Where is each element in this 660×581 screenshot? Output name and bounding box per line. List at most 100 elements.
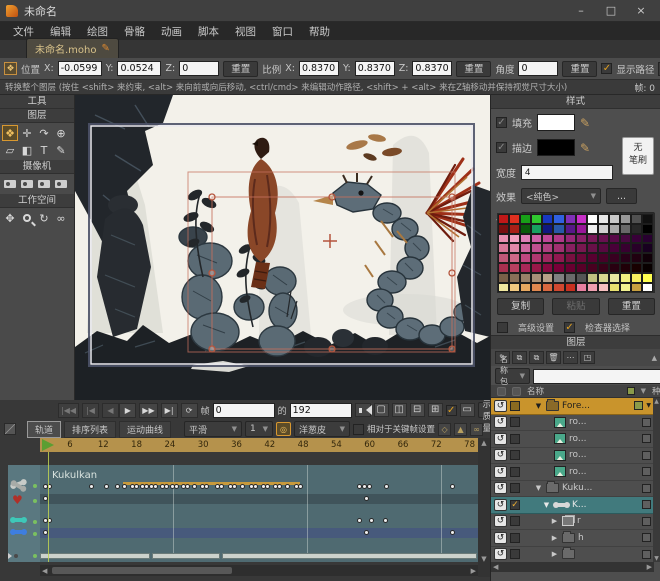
layer-checkbox[interactable]: ✓ (510, 500, 520, 510)
enable-drawing-checkbox[interactable] (446, 405, 457, 416)
palette-color[interactable] (642, 234, 653, 244)
zoom-workspace-tool-icon[interactable] (19, 210, 35, 226)
palette-color[interactable] (620, 214, 631, 224)
palette-color[interactable] (520, 214, 531, 224)
palette-color[interactable] (509, 253, 520, 263)
scale-reset-button[interactable]: 重置 (456, 61, 491, 77)
layer-visibility-icon[interactable]: ↺ (494, 548, 507, 560)
layer-row[interactable]: ↺▶r (491, 514, 654, 531)
layer-visibility-icon[interactable]: ↺ (494, 466, 507, 478)
zoom-camera-tool-icon[interactable] (19, 176, 35, 192)
palette-color[interactable] (565, 273, 576, 283)
layers-toolbar-button-5[interactable]: ⋯ (563, 351, 578, 364)
palette-color[interactable] (620, 273, 631, 283)
effect-select[interactable]: <纯色>▼ (521, 188, 601, 204)
keyframe-dot[interactable] (204, 484, 209, 489)
palette-color[interactable] (620, 253, 631, 263)
fill-color-swatch[interactable] (537, 114, 575, 131)
angle-reset-button[interactable]: 重置 (562, 61, 597, 77)
palette-color[interactable] (509, 243, 520, 253)
palette-color[interactable] (587, 234, 598, 244)
layer-color-swatch[interactable] (642, 533, 651, 542)
layer-checkbox[interactable] (510, 401, 520, 411)
view-splith-button[interactable]: ⊟ (410, 403, 425, 417)
palette-color[interactable] (553, 263, 564, 273)
interpolation-select[interactable]: 平滑▼ (184, 421, 242, 437)
layer-row[interactable]: ↺ro... (491, 448, 654, 465)
layer-checkbox[interactable] (510, 417, 520, 427)
layer-expand-icon[interactable]: ▶ (550, 550, 559, 558)
palette-color[interactable] (631, 263, 642, 273)
palette-color[interactable] (587, 253, 598, 263)
scale-y-input[interactable] (355, 61, 395, 76)
track-summary-bar[interactable] (152, 553, 220, 559)
layer-row[interactable]: ↺ro... (491, 464, 654, 481)
palette-color[interactable] (598, 214, 609, 224)
palette-color[interactable] (598, 273, 609, 283)
layers-collapse-icon[interactable]: ▲ (652, 354, 657, 362)
palette-color[interactable] (609, 234, 620, 244)
rotate-workspace-tool-icon[interactable]: ↻ (36, 210, 52, 226)
palette-color[interactable] (553, 273, 564, 283)
palette-color[interactable] (609, 224, 620, 234)
menu-9[interactable]: 帮助 (302, 22, 337, 41)
timeline-tab[interactable]: 轨道 (27, 421, 61, 438)
bone-scale-channel-icon[interactable] (12, 530, 25, 534)
layer-color-swatch[interactable] (642, 451, 651, 460)
display-quality-select[interactable]: 显示质量▼ (478, 402, 490, 418)
palette-color[interactable] (531, 234, 542, 244)
channel-enabled-dot[interactable] (33, 484, 37, 488)
palette-color[interactable] (531, 273, 542, 283)
palette-color[interactable] (576, 224, 587, 234)
layer-checkbox[interactable] (510, 467, 520, 477)
palette-color[interactable] (631, 243, 642, 253)
current-frame-input[interactable] (213, 403, 275, 418)
layer-visibility-icon[interactable]: ↺ (494, 433, 507, 445)
palette-color[interactable] (620, 224, 631, 234)
palette-color[interactable] (520, 253, 531, 263)
palette-color[interactable] (553, 234, 564, 244)
relative-keyframes-checkbox[interactable] (353, 424, 364, 435)
layer-checkbox[interactable] (510, 434, 520, 444)
layers-vertical-scrollbar[interactable]: ▲▼ (653, 398, 660, 562)
paste-style-button[interactable]: 粘贴 (552, 298, 599, 315)
document-tab[interactable]: 未命名.moho ✎ (26, 38, 119, 58)
palette-color[interactable] (576, 243, 587, 253)
timeline-tab[interactable]: 运动曲线 (119, 421, 171, 438)
palette-color[interactable] (498, 214, 509, 224)
palette-color[interactable] (542, 283, 553, 293)
palette-color[interactable] (520, 263, 531, 273)
palette-color[interactable] (565, 243, 576, 253)
stroke-color-swatch[interactable] (537, 139, 575, 156)
layers-toolbar-button-4[interactable]: 🗑 (546, 351, 561, 364)
layer-color-swatch[interactable] (642, 467, 651, 476)
layer-checkbox[interactable] (510, 533, 520, 543)
position-x-input[interactable] (58, 61, 102, 76)
next-keyframe-button[interactable]: ▶| (161, 403, 178, 418)
text-tool-icon[interactable]: T (36, 142, 52, 158)
palette-color[interactable] (576, 273, 587, 283)
layer-checkbox[interactable] (510, 549, 520, 559)
palette-color[interactable] (598, 243, 609, 253)
keyframe-dot[interactable] (253, 484, 258, 489)
palette-color[interactable] (587, 283, 598, 293)
palette-color[interactable] (598, 263, 609, 273)
show-path-checkbox[interactable] (601, 63, 612, 74)
position-y-input[interactable] (117, 61, 161, 76)
layer-row[interactable]: ↺✓▼K... (491, 497, 654, 514)
layer-row[interactable]: ↺▶ (491, 547, 654, 563)
layer-expand-icon[interactable]: ▶ (550, 517, 559, 525)
onion-skin-toggle[interactable]: ◎ (276, 422, 291, 436)
muscle-channel-icon[interactable]: ♥ (12, 493, 23, 507)
palette-color[interactable] (631, 224, 642, 234)
palette-color[interactable] (531, 253, 542, 263)
onion-skin-select[interactable]: 洋葱皮▼ (294, 421, 350, 437)
keyframe-dot[interactable] (89, 484, 94, 489)
pan-workspace-tool-icon[interactable]: ✥ (2, 210, 18, 226)
palette-color[interactable] (576, 253, 587, 263)
keyframe-dot[interactable] (164, 484, 169, 489)
keyframe-dot[interactable] (240, 484, 245, 489)
palette-color[interactable] (542, 234, 553, 244)
roll-camera-tool-icon[interactable] (36, 176, 52, 192)
palette-color[interactable] (587, 214, 598, 224)
